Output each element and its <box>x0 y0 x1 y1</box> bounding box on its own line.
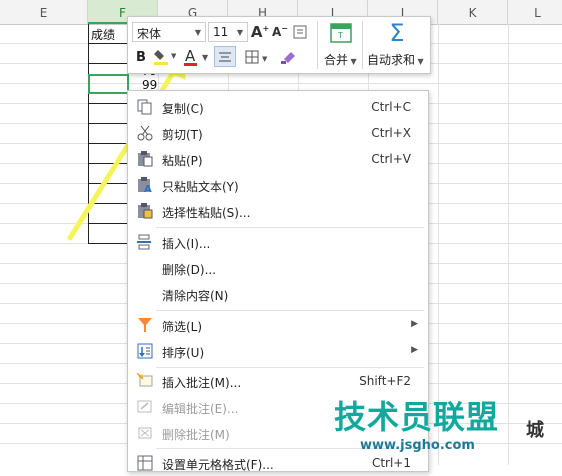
paste-special-icon <box>138 203 153 219</box>
menu-item-label: 复制(C) <box>162 102 204 116</box>
merge-button[interactable]: 合并 ▼ <box>324 51 357 68</box>
watermark-url-text: www.jsgho.com <box>360 438 475 453</box>
insert-comment-icon <box>137 373 153 387</box>
chevron-down-icon: ▼ <box>236 28 243 37</box>
align-center-button[interactable] <box>214 46 236 67</box>
menu-item-label: 编辑批注(E)... <box>162 402 239 416</box>
menu-item-shortcut: Ctrl+X <box>371 126 411 140</box>
menu-item-shortcut: Shift+F2 <box>359 374 411 388</box>
menu-separator <box>156 227 424 228</box>
menu-item-label: 插入批注(M)... <box>162 376 242 390</box>
font-name-value: 宋体 <box>137 27 162 41</box>
scissors-icon <box>137 125 153 141</box>
svg-text:▼: ▼ <box>171 52 176 60</box>
menu-item-label: 剪切(T) <box>162 128 203 142</box>
autosum-button[interactable]: 自动求和 ▼ <box>367 51 424 68</box>
watermark-city-text: 城 <box>526 420 544 441</box>
borders-button[interactable]: ▼ <box>244 47 272 67</box>
paste-icon <box>138 151 153 167</box>
watermark-logo: 技术员联盟 城 www.jsgho.com <box>330 392 562 465</box>
menu-item-sort[interactable]: 排序(U) ▶ <box>129 338 427 364</box>
menu-item-label: 筛选(L) <box>162 320 203 334</box>
merge-cells-icon[interactable]: T <box>324 21 358 45</box>
fill-color-button[interactable]: ▼ <box>152 47 176 67</box>
delete-comment-icon <box>138 427 152 439</box>
svg-text:▼: ▼ <box>262 55 268 63</box>
insert-icon <box>137 234 151 250</box>
toolbar-divider <box>317 21 318 69</box>
filter-icon <box>138 318 152 332</box>
menu-item-paste[interactable]: 粘贴(P) Ctrl+V <box>129 146 427 172</box>
mini-toolbar: 宋体 ▼ 11 ▼ A + A − B ▼ A ▼ ▼ T 合并 ▼ Σ 自动求… <box>127 16 431 74</box>
menu-item-label: 插入(I)... <box>162 237 211 251</box>
font-color-button[interactable]: A ▼ <box>182 47 210 67</box>
submenu-arrow-icon: ▶ <box>411 345 418 355</box>
menu-item-shortcut: Ctrl+V <box>371 152 411 166</box>
menu-item-label: 只粘贴文本(Y) <box>162 180 239 194</box>
menu-item-label: 排序(U) <box>162 346 205 360</box>
decrease-font-size-icon[interactable]: A − <box>271 22 289 42</box>
sort-icon <box>137 343 153 359</box>
menu-item-clear-contents[interactable]: 清除内容(N) <box>129 281 427 307</box>
menu-item-insert-comment[interactable]: 插入批注(M)... Shift+F2 <box>129 368 427 394</box>
svg-text:T: T <box>337 31 343 40</box>
menu-item-label: 删除(D)... <box>162 263 217 277</box>
submenu-arrow-icon: ▶ <box>411 319 418 329</box>
menu-item-insert[interactable]: 插入(I)... <box>129 229 427 255</box>
menu-item-paste-text-only[interactable]: A 只粘贴文本(Y) <box>129 172 427 198</box>
menu-item-cut[interactable]: 剪切(T) Ctrl+X <box>129 120 427 146</box>
edit-comment-icon <box>137 400 152 413</box>
font-size-select[interactable]: 11 ▼ <box>208 22 248 42</box>
autosum-label: 自动求和 <box>367 53 416 67</box>
menu-item-filter[interactable]: 筛选(L) ▶ <box>129 312 427 338</box>
menu-item-label: 删除批注(M) <box>162 428 230 442</box>
svg-text:A: A <box>144 184 152 193</box>
merge-label: 合并 <box>324 53 349 67</box>
menu-item-label: 粘贴(P) <box>162 154 203 168</box>
menu-item-shortcut: Ctrl+C <box>371 100 411 114</box>
font-color-swatch <box>184 63 197 66</box>
menu-item-paste-special[interactable]: 选择性粘贴(S)... <box>129 198 427 224</box>
menu-item-copy[interactable]: 复制(C) Ctrl+C <box>129 94 427 120</box>
menu-item-delete[interactable]: 删除(D)... <box>129 255 427 281</box>
chevron-down-icon: ▼ <box>202 53 209 62</box>
watermark-main-text: 技术员联盟 <box>334 398 500 436</box>
sigma-icon[interactable]: Σ <box>382 19 412 47</box>
chevron-down-icon: ▼ <box>194 28 201 37</box>
menu-separator <box>156 310 424 311</box>
toolbar-divider <box>362 21 363 69</box>
clear-format-icon[interactable] <box>291 22 309 42</box>
increase-font-size-icon[interactable]: A + <box>251 22 269 42</box>
format-painter-icon[interactable] <box>278 47 300 67</box>
font-size-value: 11 <box>213 25 229 39</box>
format-cells-icon <box>137 455 153 471</box>
bold-button[interactable]: B <box>134 47 148 67</box>
menu-item-label: 清除内容(N) <box>162 289 229 303</box>
font-name-select[interactable]: 宋体 ▼ <box>132 22 206 42</box>
menu-item-label: 选择性粘贴(S)... <box>162 206 251 220</box>
paste-text-icon: A <box>138 177 152 193</box>
copy-icon <box>137 99 152 115</box>
